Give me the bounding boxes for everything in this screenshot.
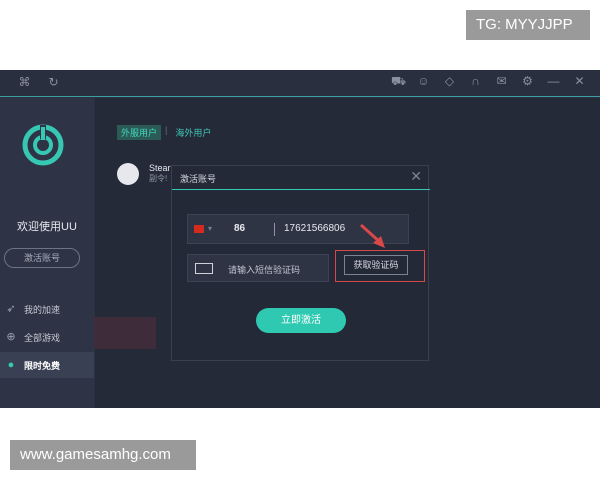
gamepad-icon[interactable]: ⌘ [18, 76, 31, 89]
minimize-icon[interactable]: — [547, 75, 560, 88]
divider [274, 223, 275, 236]
close-icon[interactable]: ✕ [573, 75, 586, 88]
activate-account-button[interactable]: 激活账号 [4, 248, 80, 268]
mail-icon[interactable]: ✉ [495, 75, 508, 88]
watermark-top: TG: MYYJJPP [466, 10, 590, 40]
country-code: 86 [234, 223, 246, 234]
arrow-annotation-icon [359, 223, 385, 248]
dialog-title: 激活账号 [180, 174, 217, 184]
gamepad-icon: ⊕ [6, 331, 16, 343]
game-list-item[interactable]: Stear 副令! [117, 163, 171, 185]
watermark-bottom: www.gamesamhg.com [10, 440, 196, 470]
china-flag-icon[interactable] [194, 225, 204, 233]
tag-icon[interactable]: ◇ [443, 75, 456, 88]
cart-icon[interactable]: ⛟ [391, 75, 406, 88]
phone-number-value: 17621566806 [284, 223, 346, 234]
sidebar-item-free-games[interactable]: ● 限时免费 [0, 352, 94, 378]
sidebar-item-my-boost[interactable]: ➶ 我的加速 [0, 296, 94, 322]
rocket-icon: ➶ [6, 303, 16, 315]
gift-icon: ● [7, 359, 15, 371]
sidebar: 欢迎使用UU 激活账号 ➶ 我的加速 ⊕ 全部游戏 ● 限时免费 [0, 98, 94, 408]
sidebar-item-label: 全部游戏 [24, 332, 61, 343]
activate-account-dialog: 激活账号 ✕ ▾ 86 17621566806 请输入短信验证码 获取验证码 立… [171, 165, 430, 361]
sidebar-item-all-games[interactable]: ⊕ 全部游戏 [0, 324, 94, 350]
sidebar-item-label: 我的加速 [24, 304, 61, 315]
chevron-down-icon[interactable]: ▾ [208, 224, 212, 233]
uu-logo-icon [22, 124, 64, 166]
tab-overseas-users[interactable]: 海外用户 [171, 125, 215, 140]
title-bar: ⌘ ↻ ⛟ ☺ ◇ ∩ ✉ ⚙ — ✕ [0, 70, 600, 97]
welcome-text: 欢迎使用UU [17, 221, 77, 233]
dialog-header: 激活账号 ✕ [172, 166, 430, 190]
tab-separator: | [165, 125, 168, 135]
headset-icon[interactable]: ∩ [469, 75, 482, 88]
screenshot-page: TG: MYYJJPP ⌘ ↻ ⛟ ☺ ◇ ∩ ✉ ⚙ — ✕ 欢迎使用UU 激… [0, 0, 600, 480]
sidebar-item-label: 限时免费 [24, 360, 61, 371]
get-code-button[interactable]: 获取验证码 [344, 255, 408, 275]
keyboard-icon [195, 263, 213, 274]
activate-now-button[interactable]: 立即激活 [256, 308, 346, 333]
steam-icon [117, 163, 139, 185]
user-tabs: 外服用户 | 海外用户 [117, 125, 215, 140]
game-name: Stear [149, 163, 171, 173]
refresh-icon[interactable]: ↻ [47, 76, 60, 89]
game-subtitle: 副令! [149, 174, 168, 183]
sms-code-placeholder: 请输入短信验证码 [228, 265, 301, 275]
tab-overseas-server-users[interactable]: 外服用户 [117, 125, 162, 140]
settings-icon[interactable]: ⚙ [521, 75, 534, 88]
sms-code-field[interactable]: 请输入短信验证码 [187, 254, 329, 282]
highlight-strip [94, 317, 156, 349]
close-icon[interactable]: ✕ [410, 169, 422, 183]
chat-icon[interactable]: ☺ [417, 75, 430, 88]
